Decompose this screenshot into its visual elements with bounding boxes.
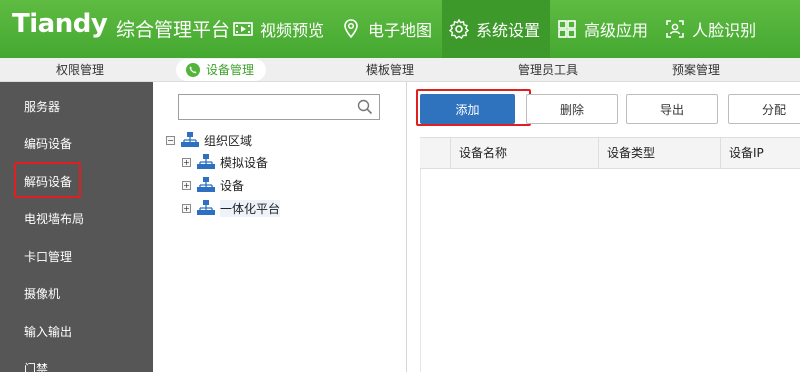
org-structure-icon [181,132,199,148]
org-structure-icon [197,154,215,170]
face-id-icon [664,18,686,40]
sidebar-item-encoder[interactable]: 编码设备 [24,134,72,154]
sidebar-item-tv-wall[interactable]: 电视墙布局 [24,209,84,229]
brand-logo: Tiandy [12,9,108,39]
decoder-highlight-box [14,162,81,198]
expand-icon[interactable]: + [182,157,191,167]
nav-label: 高级应用 [584,21,649,40]
nav-video-preview[interactable]: 视频预览 [226,0,334,58]
device-list-panel: 添加 删除 导出 分配 设备名称 设备类型 设备IP [407,82,800,372]
tree-search [178,94,380,120]
tab-label: 设备管理 [206,63,255,77]
tab-admin-tools[interactable]: 管理员工具 [518,58,578,82]
nav-label: 系统设置 [476,21,541,40]
device-table-body [420,169,800,372]
expand-icon[interactable]: + [182,180,191,190]
app-title: 综合管理平台 [116,19,231,41]
tree-node-device[interactable]: + 设备 [182,176,244,194]
tree-node-label: 模拟设备 [220,155,269,170]
nav-label: 人脸识别 [692,21,757,40]
org-structure-icon [197,177,215,193]
search-icon[interactable] [357,99,373,115]
column-device-ip[interactable]: 设备IP [720,138,800,168]
tree-search-input[interactable] [179,95,349,119]
sidebar-item-checkpoint[interactable]: 卡口管理 [24,247,72,267]
tab-plan[interactable]: 预案管理 [672,58,720,82]
org-structure-icon [197,200,215,216]
nav-face-recognition[interactable]: 人脸识别 [658,0,766,58]
column-device-name[interactable]: 设备名称 [450,138,598,168]
nav-system-settings[interactable]: 系统设置 [442,0,551,58]
top-nav: 视频预览 电子地图 系统设置 高级应用 人脸识别 [226,0,766,58]
phone-icon [186,63,200,77]
nav-label: 电子地图 [368,21,433,40]
tree-node-label: 一体化平台 [220,199,281,217]
nav-advanced-apps[interactable]: 高级应用 [550,0,658,58]
nav-label: 视频预览 [260,21,325,40]
gear-icon [448,18,470,40]
tree-node-root[interactable]: − 组织区域 [166,131,252,149]
assign-button[interactable]: 分配 [728,94,800,124]
grid-icon [556,18,578,40]
export-button[interactable]: 导出 [626,94,718,124]
sub-tabs: 权限管理 设备管理 模板管理 管理员工具 预案管理 [0,58,800,82]
delete-button[interactable]: 删除 [526,94,618,124]
device-tree-panel: − 组织区域 + 模拟设备 + 设备 + 一体化平台 [153,82,407,372]
tab-template[interactable]: 模板管理 [366,58,414,82]
nav-emap[interactable]: 电子地图 [334,0,442,58]
sidebar-item-access-control[interactable]: 门禁 [24,359,48,372]
expand-icon[interactable]: + [182,203,191,213]
sidebar-item-server[interactable]: 服务器 [24,97,60,117]
tree-node-label: 组织区域 [204,133,253,148]
left-sidebar: 服务器 编码设备 解码设备 电视墙布局 卡口管理 摄像机 输入输出 门禁 [0,82,153,372]
add-button[interactable]: 添加 [420,94,515,124]
tree-node-analog[interactable]: + 模拟设备 [182,153,268,171]
collapse-icon[interactable]: − [166,135,175,145]
sidebar-item-camera[interactable]: 摄像机 [24,284,60,304]
device-table-header: 设备名称 设备类型 设备IP [420,137,800,169]
sidebar-item-io[interactable]: 输入输出 [24,322,72,342]
film-icon [232,18,254,40]
top-header: Tiandy 综合管理平台 视频预览 电子地图 系统设置 高级应用 人脸识别 [0,0,800,58]
tree-node-label: 设备 [220,178,245,193]
map-pin-icon [340,18,362,40]
tree-node-integrated-platform[interactable]: + 一体化平台 [182,199,281,217]
tab-permission[interactable]: 权限管理 [56,58,104,82]
tab-device-management[interactable]: 设备管理 [176,59,267,81]
app-window: Tiandy 综合管理平台 视频预览 电子地图 系统设置 高级应用 人脸识别 权… [0,0,800,372]
column-device-type[interactable]: 设备类型 [598,138,720,168]
